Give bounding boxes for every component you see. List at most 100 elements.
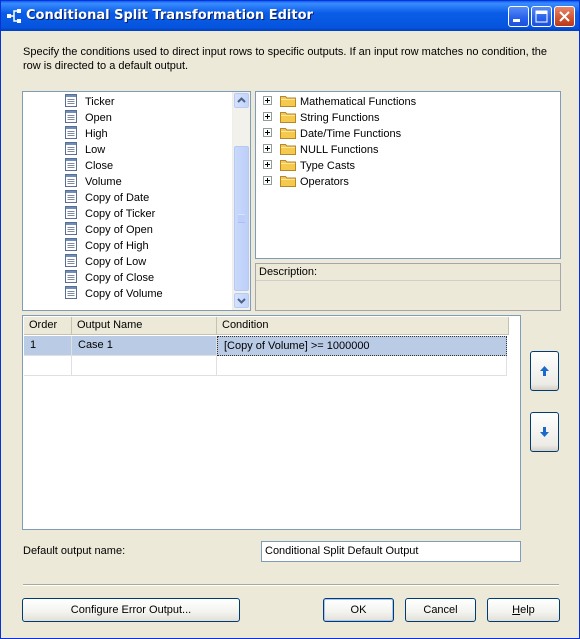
list-item[interactable]: Open <box>65 110 112 126</box>
cell-order[interactable]: 1 <box>24 336 72 356</box>
list-item-label: Copy of Date <box>85 192 150 204</box>
columns-scrollbar[interactable] <box>232 92 250 310</box>
tree-node-label: NULL Functions <box>300 144 379 156</box>
list-item-label: High <box>85 128 108 140</box>
list-item-label: Copy of Low <box>85 256 147 268</box>
tree-node-label: String Functions <box>300 112 380 124</box>
column-icon <box>65 110 77 123</box>
description-label: Description: <box>259 266 318 278</box>
column-icon <box>65 254 77 267</box>
column-icon <box>65 270 77 283</box>
cancel-button[interactable]: Cancel <box>405 598 476 622</box>
tree-node[interactable]: NULL Functions <box>263 142 378 158</box>
cell-condition[interactable]: [Copy of Volume] >= 1000000 <box>217 336 507 356</box>
close-button[interactable] <box>554 6 575 27</box>
minimize-button[interactable] <box>508 6 529 27</box>
scroll-up-button[interactable] <box>234 93 249 108</box>
help-button[interactable]: Help <box>487 598 560 622</box>
maximize-button[interactable] <box>531 6 552 27</box>
configure-error-output-button[interactable]: Configure Error Output... <box>22 598 240 622</box>
description-divider <box>256 280 560 281</box>
list-item[interactable]: Low <box>65 142 105 158</box>
list-item[interactable]: Close <box>65 158 113 174</box>
list-item[interactable]: Copy of Open <box>65 222 153 238</box>
tree-node[interactable]: Type Casts <box>263 158 355 174</box>
columns-tree[interactable]: Ticker Open High Low Close Volume Copy of Date… <box>22 91 251 311</box>
expand-icon[interactable] <box>263 160 272 169</box>
expand-icon[interactable] <box>263 112 272 121</box>
scroll-down-button[interactable] <box>234 293 249 308</box>
folder-icon <box>280 144 296 155</box>
cell-order[interactable] <box>24 356 72 376</box>
default-output-name-field[interactable]: Conditional Split Default Output <box>261 541 521 562</box>
move-down-button[interactable] <box>530 412 559 452</box>
ok-button[interactable]: OK <box>323 598 394 622</box>
list-item-label: Close <box>85 160 114 172</box>
list-item-label: Copy of High <box>85 240 149 252</box>
conditions-grid[interactable]: Order Output Name Condition 1 Case 1 [Co… <box>22 315 521 530</box>
column-icon <box>65 174 77 187</box>
header-order[interactable]: Order <box>24 317 72 335</box>
chevron-up-icon <box>237 97 246 103</box>
list-item-label: Copy of Ticker <box>85 208 156 220</box>
list-item-label: Open <box>85 112 112 124</box>
arrow-down-icon <box>540 427 549 437</box>
list-item-label: Copy of Close <box>85 272 155 284</box>
list-item[interactable]: Copy of Volume <box>65 286 163 302</box>
list-item-label: Ticker <box>85 96 115 108</box>
list-item-label: Low <box>85 144 106 156</box>
tree-node[interactable]: String Functions <box>263 110 379 126</box>
default-output-label: Default output name: <box>23 545 126 557</box>
move-up-button[interactable] <box>530 351 559 391</box>
tree-node-label: Operators <box>300 176 349 188</box>
expand-icon[interactable] <box>263 96 272 105</box>
window-title: Conditional Split Transformation Editor <box>26 8 313 23</box>
instructions-text: Specify the conditions used to direct in… <box>23 46 548 72</box>
tree-node-label: Date/Time Functions <box>300 128 402 140</box>
description-panel: Description: <box>255 263 561 311</box>
list-item[interactable]: Copy of High <box>65 238 149 254</box>
list-item[interactable]: Ticker <box>65 94 115 110</box>
cell-output-name[interactable] <box>72 356 217 376</box>
column-icon <box>65 222 77 235</box>
list-item-label: Copy of Volume <box>85 288 163 300</box>
expand-icon[interactable] <box>263 144 272 153</box>
column-icon <box>65 190 77 203</box>
list-item[interactable]: Copy of Date <box>65 190 149 206</box>
dialog-window: Conditional Split Transformation Editor … <box>0 0 580 639</box>
tree-node[interactable]: Mathematical Functions <box>263 94 416 110</box>
column-icon <box>65 206 77 219</box>
list-item[interactable]: Volume <box>65 174 122 190</box>
maximize-icon <box>535 10 548 23</box>
folder-icon <box>280 176 296 187</box>
tree-node[interactable]: Date/Time Functions <box>263 126 401 142</box>
minimize-icon <box>513 19 520 22</box>
grip-icon <box>238 214 245 223</box>
cell-condition[interactable] <box>217 356 507 376</box>
cell-output-name[interactable]: Case 1 <box>72 336 217 356</box>
header-output-name[interactable]: Output Name <box>72 317 217 335</box>
folder-icon <box>280 112 296 123</box>
header-condition[interactable]: Condition <box>217 317 509 335</box>
expand-icon[interactable] <box>263 176 272 185</box>
tree-node-label: Mathematical Functions <box>300 96 417 108</box>
expand-icon[interactable] <box>263 128 272 137</box>
list-item[interactable]: High <box>65 126 108 142</box>
list-item[interactable]: Copy of Ticker <box>65 206 155 222</box>
title-bar[interactable]: Conditional Split Transformation Editor <box>1 1 579 31</box>
list-item[interactable]: Copy of Low <box>65 254 146 270</box>
column-icon <box>65 126 77 139</box>
column-icon <box>65 94 77 107</box>
folder-icon <box>280 96 296 107</box>
tree-node[interactable]: Operators <box>263 174 349 190</box>
column-icon <box>65 286 77 299</box>
column-icon <box>65 158 77 171</box>
conditional-split-icon <box>7 9 21 23</box>
list-item-label: Volume <box>85 176 122 188</box>
list-item[interactable]: Copy of Close <box>65 270 154 286</box>
scroll-thumb[interactable] <box>234 146 249 291</box>
separator <box>23 584 559 586</box>
functions-tree[interactable]: Mathematical Functions String Functions Da… <box>255 91 561 259</box>
list-item-label: Copy of Open <box>85 224 153 236</box>
folder-icon <box>280 160 296 171</box>
